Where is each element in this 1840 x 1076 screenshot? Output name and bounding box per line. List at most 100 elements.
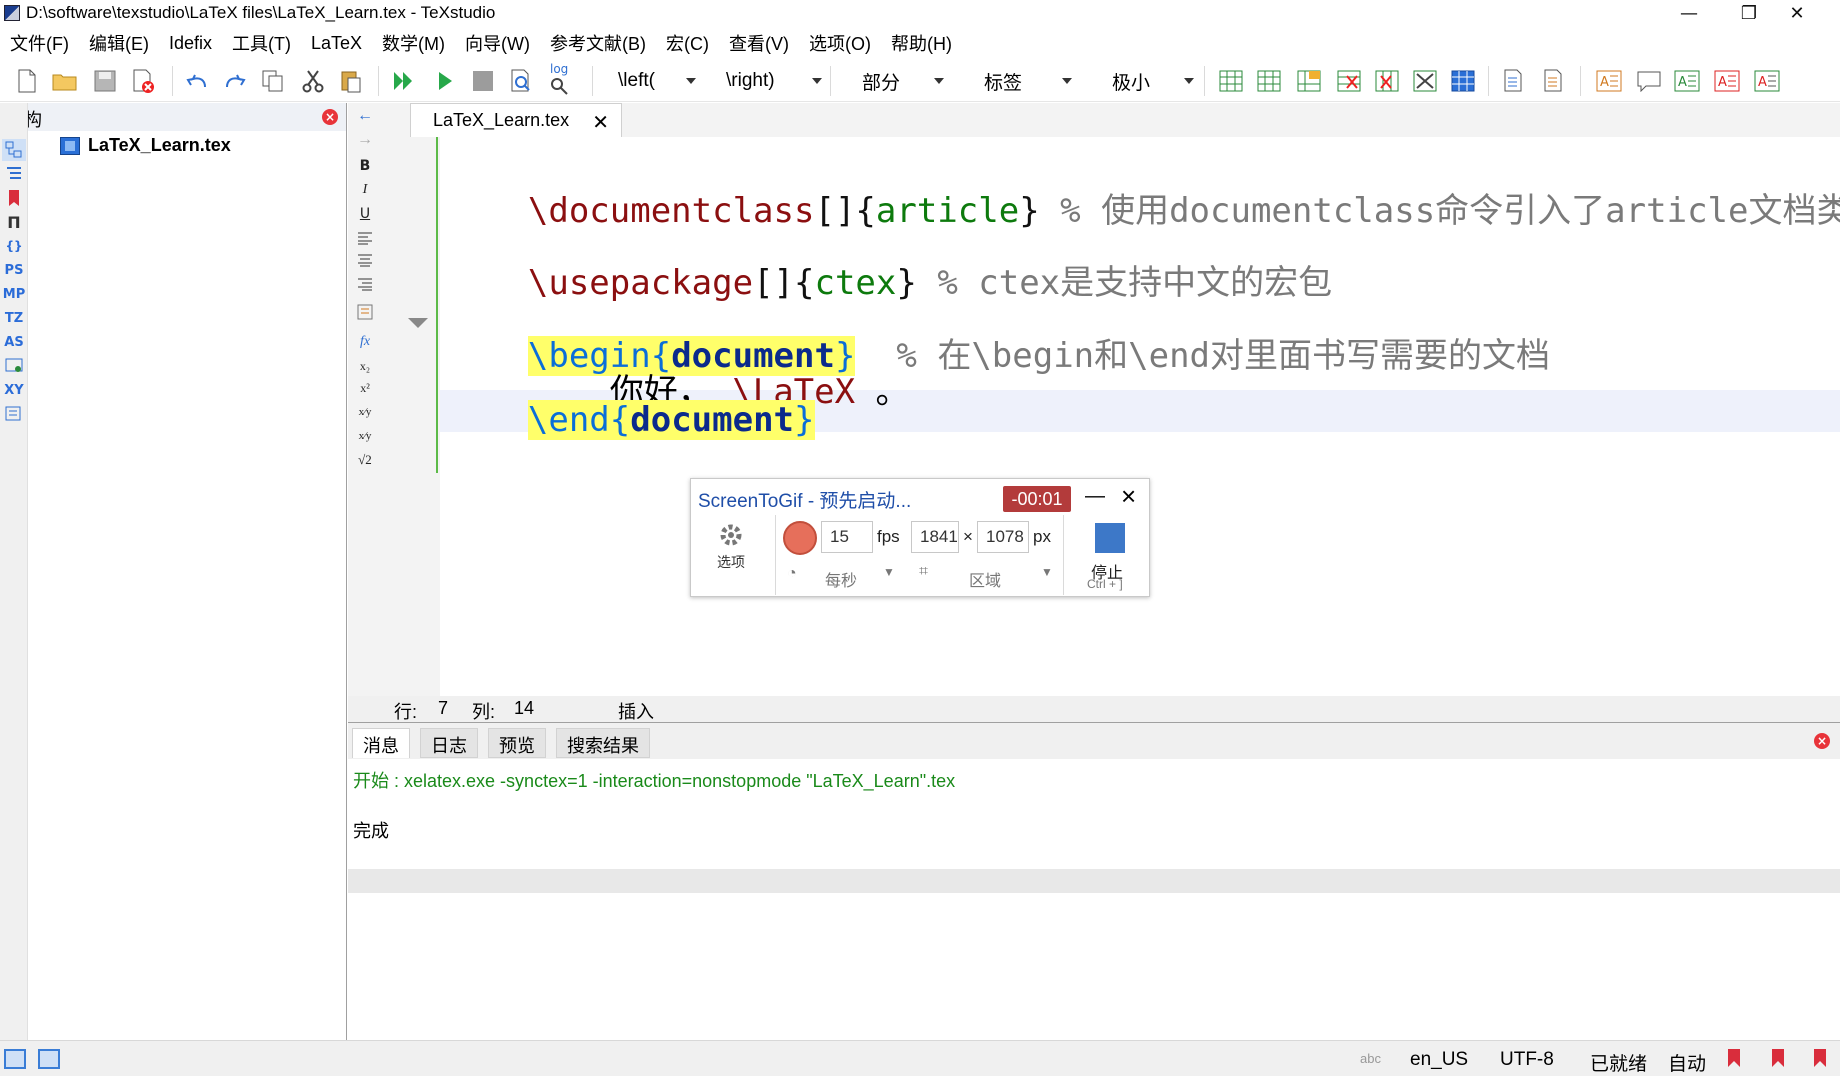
width-input[interactable]: 1841 [911,521,959,553]
status-mode[interactable]: 自动 [1668,1049,1706,1076]
menu-help[interactable]: 帮助(H) [881,30,962,56]
save-icon[interactable] [92,68,118,94]
xy-pic-tab[interactable]: XY [2,379,26,401]
language-selector[interactable]: en_US [1410,1049,1468,1071]
chevron-down-icon[interactable]: ▼ [883,565,895,579]
asymptote-tab[interactable]: AS [2,331,26,353]
structure-file-item[interactable]: LaTeX_Learn.tex [60,135,231,156]
new-file-icon[interactable] [14,68,40,94]
comment-icon[interactable] [1636,68,1662,94]
encoding-selector[interactable]: UTF-8 [1500,1049,1554,1071]
menu-tools[interactable]: 工具(T) [222,30,301,56]
sqrt-icon[interactable]: √2 [352,449,378,471]
open-folder-icon[interactable] [52,68,78,94]
toc-icon[interactable] [2,163,26,185]
section-combo[interactable]: 部分 [844,68,944,94]
view-log-icon[interactable]: log [546,62,572,95]
menu-file[interactable]: 文件(F) [0,30,79,56]
menu-edit[interactable]: 编辑(E) [79,30,159,56]
compile-icon[interactable] [432,68,458,94]
fps-input[interactable]: 15 [821,521,873,553]
undo-icon[interactable] [184,68,210,94]
delete-column-icon[interactable] [1336,68,1362,94]
restore-window-button[interactable]: ❐ [1720,0,1778,26]
region-selector[interactable]: 区域 [969,567,1001,591]
bold-icon[interactable]: B [352,155,378,177]
text-format-icon[interactable]: A [1596,68,1622,94]
align-left-icon[interactable] [352,227,378,249]
build-view-icon[interactable] [390,68,416,94]
close-structure-icon[interactable]: × [322,109,338,125]
close-messages-icon[interactable]: × [1814,733,1830,749]
fold-arrow-icon[interactable] [408,318,428,328]
insert-include-icon[interactable] [1540,68,1566,94]
menu-math[interactable]: 数学(M) [372,30,455,56]
spellcheck-icon[interactable]: abc [1360,1051,1381,1066]
menu-latex[interactable]: LaTeX [301,33,372,54]
tab-latex-learn[interactable]: LaTeX_Learn.tex ✕ [410,103,622,137]
table-align-icon[interactable] [1450,68,1476,94]
menu-bibliography[interactable]: 参考文献(B) [540,30,656,56]
braces-icon[interactable]: {} [2,235,26,257]
user-commands-icon[interactable] [2,355,26,377]
metapost-tab[interactable]: MP [2,283,26,305]
bookmark-icon[interactable] [1814,1049,1826,1067]
menu-idefix[interactable]: Idefix [159,33,222,54]
dfrac-icon[interactable]: x⁄y [352,425,378,447]
text-dark-icon[interactable]: A [1754,68,1780,94]
close-tab-icon[interactable]: ✕ [592,110,609,135]
delete-row-icon[interactable] [1374,68,1400,94]
bookmark-icon[interactable] [1772,1049,1784,1067]
view-pdf-icon[interactable] [508,68,534,94]
toggle-messages-icon[interactable] [38,1049,60,1069]
menu-macros[interactable]: 宏(C) [656,30,719,56]
structure-view-icon[interactable] [2,139,26,161]
add-column-icon[interactable] [1256,68,1282,94]
left-delimiter-combo[interactable]: \left( [604,68,696,94]
cut-icon[interactable] [300,68,326,94]
close-icon[interactable]: × [1121,481,1136,512]
code-editor[interactable]: \documentclass[]{article} % 使用documentcl… [440,137,1840,703]
forward-arrow-icon[interactable]: → [352,129,378,151]
superscript-icon[interactable]: x² [352,377,378,399]
underline-icon[interactable]: U [352,203,378,225]
bookmarks-icon[interactable] [2,187,26,209]
chevron-down-icon[interactable]: ▼ [1041,565,1053,579]
stop-button[interactable] [1095,523,1125,553]
tab-search-results[interactable]: 搜索结果 [556,728,650,758]
math-mode-icon[interactable]: fx [352,331,378,353]
stop-compile-icon[interactable] [470,68,496,94]
bookmark-icon[interactable] [1728,1049,1740,1067]
newline-icon[interactable] [352,301,378,323]
record-button[interactable] [783,521,817,555]
redo-icon[interactable] [222,68,248,94]
italic-icon[interactable]: I [352,179,378,201]
templates-icon[interactable] [2,403,26,425]
symbols-icon[interactable]: Π [2,211,26,233]
tikz-tab[interactable]: TZ [2,307,26,329]
insert-file-icon[interactable] [1500,68,1526,94]
label-combo[interactable]: 标签 [966,68,1072,94]
tab-log[interactable]: 日志 [420,728,478,758]
add-row-icon[interactable] [1296,68,1322,94]
height-input[interactable]: 1078 [977,521,1029,553]
copy-icon[interactable] [260,68,286,94]
minimize-icon[interactable]: — [1085,485,1105,508]
menu-view[interactable]: 查看(V) [719,30,799,56]
subscript-icon[interactable]: x₂ [352,355,378,377]
fraction-icon[interactable]: x⁄y [352,401,378,423]
cut-table-icon[interactable] [1412,68,1438,94]
right-delimiter-combo[interactable]: \right) [712,68,822,94]
toggle-structure-icon[interactable] [4,1049,26,1069]
minimize-window-button[interactable]: — [1660,0,1718,26]
menu-wizards[interactable]: 向导(W) [455,30,540,56]
menu-options[interactable]: 选项(O) [799,30,881,56]
align-center-icon[interactable] [352,249,378,271]
tab-preview[interactable]: 预览 [488,728,546,758]
align-right-icon[interactable] [352,273,378,295]
table-icon[interactable] [1218,68,1244,94]
text-red-icon[interactable]: A [1714,68,1740,94]
tab-messages[interactable]: 消息 [352,728,410,758]
pstricks-tab[interactable]: PS [2,259,26,281]
per-second-selector[interactable]: 每秒 [825,567,857,591]
